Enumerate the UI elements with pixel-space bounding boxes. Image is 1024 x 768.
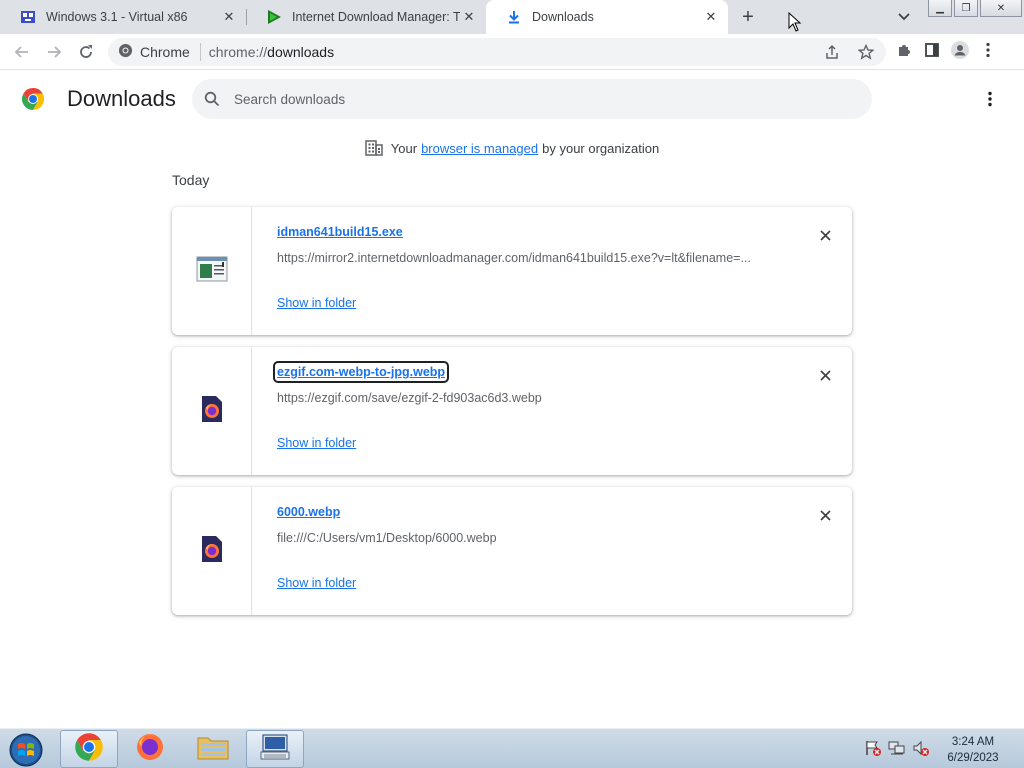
play-triangle-icon <box>266 9 282 25</box>
exe-window-icon <box>196 256 228 287</box>
forward-arrow-icon[interactable] <box>42 40 66 64</box>
file-icon-column <box>172 487 252 615</box>
close-window-icon[interactable]: ✕ <box>980 0 1022 17</box>
reload-icon[interactable] <box>74 40 98 64</box>
search-input[interactable] <box>234 91 834 107</box>
window-controls: ▁ ❐ ✕ <box>928 0 1022 17</box>
minimize-icon[interactable]: ▁ <box>928 0 952 17</box>
section-date-heading: Today <box>172 172 210 188</box>
tab-close-icon[interactable]: ✕ <box>220 8 238 26</box>
profile-avatar-icon[interactable] <box>950 40 970 60</box>
tab-downloads[interactable]: Downloads ✕ <box>486 0 728 34</box>
back-arrow-icon[interactable] <box>10 40 34 64</box>
search-downloads-bar[interactable] <box>192 79 872 119</box>
search-icon <box>204 91 220 107</box>
action-center-flag-icon[interactable] <box>864 739 882 762</box>
remove-download-close-icon[interactable] <box>815 365 835 385</box>
taskbar-explorer-button[interactable] <box>184 730 242 768</box>
firefox-file-icon <box>200 395 224 428</box>
url-host: downloads <box>267 44 335 60</box>
download-source-url[interactable]: https://ezgif.com/save/ezgif-2-fd903ac6d… <box>277 391 777 405</box>
show-in-folder-link[interactable]: Show in folder <box>277 436 356 450</box>
download-filename-link[interactable]: ezgif.com-webp-to-jpg.webp <box>272 361 450 383</box>
file-icon-column <box>172 347 252 475</box>
network-icon[interactable] <box>888 739 906 762</box>
taskbar-clock[interactable]: 3:24 AM 6/29/2023 <box>940 734 1006 766</box>
address-bar[interactable]: Chrome chrome://downloads <box>108 38 886 66</box>
new-tab-plus-icon[interactable]: + <box>736 5 760 29</box>
download-arrow-icon <box>506 9 522 25</box>
bookmark-star-icon[interactable] <box>856 42 876 62</box>
tab-close-icon[interactable]: ✕ <box>460 8 478 26</box>
site-chip-label: Chrome <box>140 44 190 60</box>
site-chip[interactable]: Chrome <box>118 43 190 61</box>
start-button-windows-icon[interactable] <box>6 732 46 768</box>
restore-icon[interactable]: ❐ <box>954 0 978 17</box>
download-card: ezgif.com-webp-to-jpg.webp https://ezgif… <box>172 347 852 475</box>
building-icon <box>365 140 383 156</box>
taskbar-firefox-button[interactable] <box>121 730 179 768</box>
tab-windows31[interactable]: Windows 3.1 - Virtual x86 ✕ <box>0 0 246 34</box>
taskbar-chrome-button[interactable] <box>60 730 118 768</box>
chrome-taskbar-icon <box>74 732 104 767</box>
side-panel-icon[interactable] <box>922 40 942 60</box>
chrome-logo-icon <box>21 87 45 116</box>
tab-title: Windows 3.1 - Virtual x86 <box>46 10 188 24</box>
url-scheme: chrome:// <box>208 44 268 60</box>
omnibox-divider <box>199 43 201 61</box>
tab-idm[interactable]: Internet Download Manager: The ✕ <box>246 0 486 34</box>
page-title: Downloads <box>67 86 176 111</box>
firefox-taskbar-icon <box>135 732 165 767</box>
managed-notice: Your browser is managed by your organiza… <box>0 140 1024 156</box>
system-tray <box>864 739 930 762</box>
tab-close-icon[interactable]: ✕ <box>702 8 720 26</box>
download-card: 6000.webp file:///C:/Users/vm1/Desktop/6… <box>172 487 852 615</box>
downloads-header: Downloads <box>0 71 1024 127</box>
taskbar-app-button[interactable] <box>246 730 304 768</box>
tab-strip: Windows 3.1 - Virtual x86 ✕ Internet Dow… <box>0 0 1024 34</box>
chrome-small-icon <box>118 43 133 61</box>
keyboard-app-icon <box>259 733 291 766</box>
download-card: idman641build15.exe https://mirror2.inte… <box>172 207 852 335</box>
chevron-down-icon[interactable] <box>895 8 913 26</box>
managed-link[interactable]: browser is managed <box>421 141 538 156</box>
remove-download-close-icon[interactable] <box>815 225 835 245</box>
download-filename-link[interactable]: 6000.webp <box>277 505 340 519</box>
firefox-file-icon <box>200 535 224 568</box>
clock-date: 6/29/2023 <box>947 752 999 764</box>
show-in-folder-link[interactable]: Show in folder <box>277 296 356 310</box>
file-icon-column <box>172 207 252 335</box>
share-icon[interactable] <box>822 42 842 62</box>
volume-muted-icon[interactable] <box>912 739 930 762</box>
pixel-app-icon <box>20 9 36 25</box>
remove-download-close-icon[interactable] <box>815 505 835 525</box>
browser-menu-icon[interactable] <box>978 40 998 60</box>
extensions-puzzle-icon[interactable] <box>894 40 914 60</box>
download-filename-link[interactable]: idman641build15.exe <box>277 225 403 239</box>
browser-toolbar: Chrome chrome://downloads <box>0 34 1024 70</box>
clock-time: 3:24 AM <box>951 736 995 748</box>
folder-taskbar-icon <box>197 733 229 766</box>
download-source-url[interactable]: https://mirror2.internetdownloadmanager.… <box>277 251 777 265</box>
show-in-folder-link[interactable]: Show in folder <box>277 576 356 590</box>
downloads-menu-icon[interactable] <box>980 89 1000 109</box>
download-source-url[interactable]: file:///C:/Users/vm1/Desktop/6000.webp <box>277 531 777 545</box>
managed-prefix: Your <box>390 140 418 156</box>
managed-suffix: by your organization <box>542 140 660 156</box>
tab-title: Internet Download Manager: The <box>292 10 460 24</box>
tab-title: Downloads <box>532 10 594 24</box>
windows-taskbar: 3:24 AM 6/29/2023 <box>0 728 1024 768</box>
